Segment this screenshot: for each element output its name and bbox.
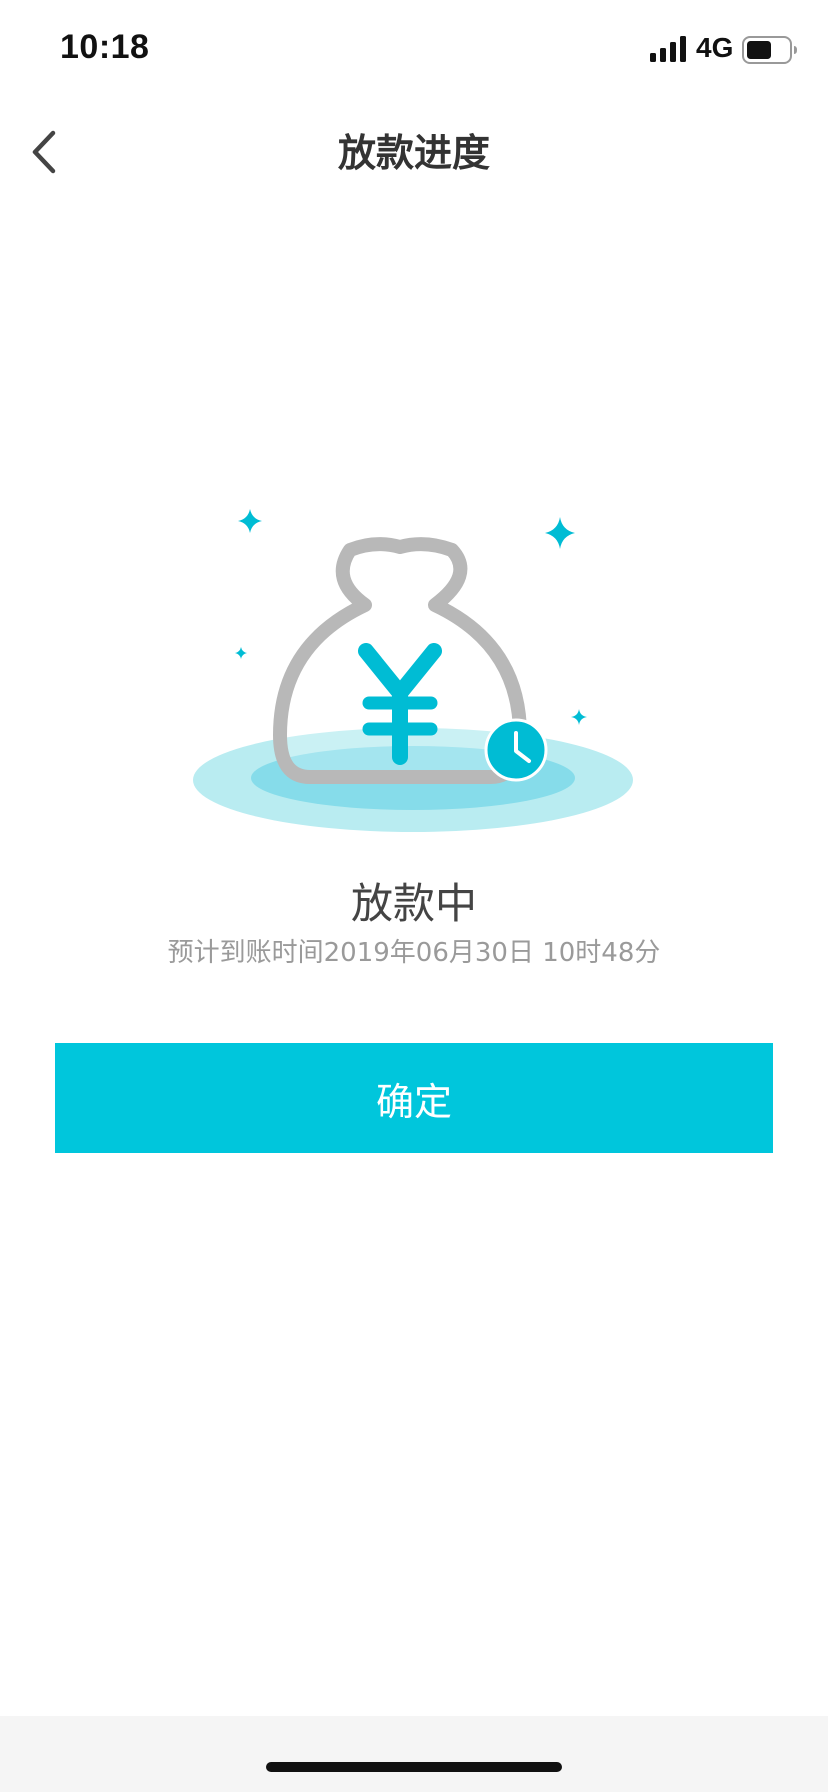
estimated-arrival-time: 预计到账时间2019年06月30日 10时48分 [167,938,661,968]
sparkle-icon [235,647,247,659]
nav-bar: 放款进度 [0,100,828,200]
sparkle-icon [571,709,587,725]
status-bar: 10:18 4G [0,0,828,100]
battery-icon [742,36,797,64]
money-bag-icon [193,509,633,832]
network-label: 4G [696,32,734,63]
status-title: 放款中 [350,879,477,928]
home-indicator[interactable] [266,1762,562,1772]
status-time: 10:18 [60,28,150,66]
page-title: 放款进度 [337,131,490,175]
sparkle-icon [545,517,575,549]
confirm-button[interactable]: 确定 [55,1043,773,1153]
bottom-safe-area [0,1716,828,1792]
signal-bars-icon [650,36,686,62]
sparkle-icon [238,509,262,533]
clock-icon [484,718,548,782]
